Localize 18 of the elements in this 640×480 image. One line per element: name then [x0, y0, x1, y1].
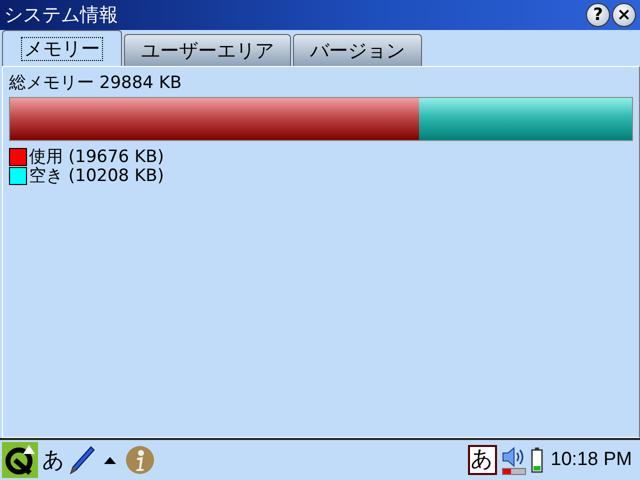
- pencil-icon[interactable]: [69, 445, 95, 475]
- volume-control[interactable]: [500, 446, 527, 474]
- tab[interactable]: ユーザーエリア: [124, 34, 291, 66]
- window-title: システム情報: [4, 3, 119, 28]
- legend-label: 使用 (19676 KB): [29, 146, 164, 167]
- info-icon[interactable]: [125, 445, 155, 475]
- ime-indicator[interactable]: あ: [468, 445, 497, 475]
- clock: 10:18 PM: [550, 449, 632, 471]
- tab[interactable]: メモリー: [2, 30, 122, 66]
- battery-icon: [530, 447, 543, 473]
- tab[interactable]: バージョン: [293, 34, 422, 66]
- start-menu-icon[interactable]: [2, 442, 38, 478]
- up-arrow-icon[interactable]: [103, 455, 117, 465]
- total-memory-label: 総メモリー 29884 KB: [9, 72, 183, 95]
- legend-label: 空き (10208 KB): [29, 165, 164, 187]
- close-button[interactable]: ×: [612, 3, 636, 27]
- help-button[interactable]: ?: [586, 3, 610, 27]
- input-mode-label[interactable]: あ: [42, 445, 65, 475]
